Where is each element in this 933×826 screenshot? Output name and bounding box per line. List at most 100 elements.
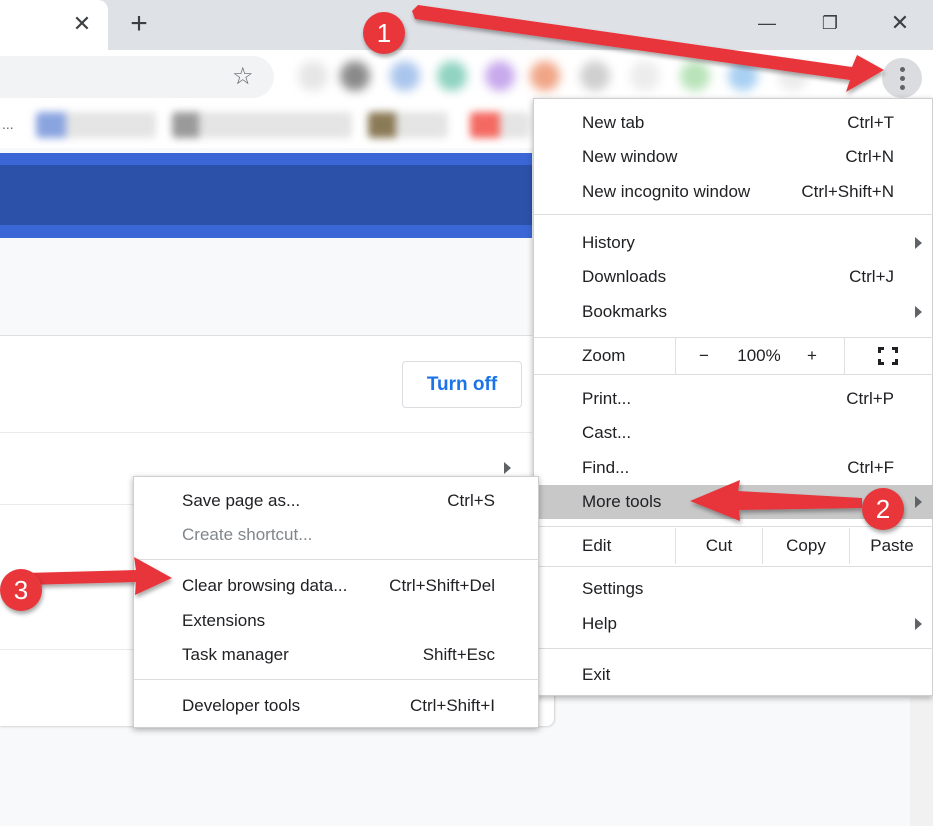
fullscreen-icon[interactable]: [878, 347, 898, 365]
menu-item-label: Help: [582, 614, 617, 633]
paste-button[interactable]: Paste: [850, 528, 933, 564]
step-3-badge: 3: [0, 569, 42, 611]
new-tab-button[interactable]: +: [124, 9, 154, 40]
zoom-label: Zoom: [582, 346, 626, 365]
cut-button[interactable]: Cut: [676, 528, 762, 564]
menu-item-history[interactable]: History: [534, 226, 933, 260]
page-section: [0, 238, 532, 336]
menu-separator: [534, 648, 933, 649]
restore-icon[interactable]: ❐: [815, 10, 845, 36]
menu-item-label: Extensions: [182, 611, 266, 630]
submenu-item-clear-browsing-data[interactable]: Clear browsing data... Ctrl+Shift+Del: [134, 569, 540, 603]
extension-icon[interactable]: [580, 61, 610, 91]
menu-item-label: Save page as...: [182, 491, 301, 510]
extension-icon[interactable]: [485, 61, 515, 91]
menu-item-label: Create shortcut...: [182, 525, 313, 544]
submenu-arrow-icon: [915, 618, 922, 630]
menu-item-shortcut: Ctrl+N: [845, 147, 894, 166]
extension-icon[interactable]: [298, 61, 328, 91]
menu-item-print[interactable]: Print... Ctrl+P: [534, 382, 933, 416]
menu-item-shortcut: Ctrl+P: [846, 389, 894, 408]
submenu-item-developer-tools[interactable]: Developer tools Ctrl+Shift+I: [134, 689, 540, 723]
menu-item-settings[interactable]: Settings: [534, 572, 933, 606]
copy-button[interactable]: Copy: [763, 528, 849, 564]
menu-item-cast[interactable]: Cast...: [534, 416, 933, 450]
submenu-arrow-icon: [915, 237, 922, 249]
menu-item-label: Find...: [582, 458, 630, 477]
step-2-badge: 2: [862, 488, 904, 530]
bookmark-item[interactable]: [368, 112, 448, 138]
menu-item-label: Task manager: [182, 645, 289, 664]
menu-item-label: New tab: [582, 113, 645, 132]
menu-item-label: Developer tools: [182, 696, 301, 715]
menu-item-new-window[interactable]: New window Ctrl+N: [534, 140, 933, 174]
menu-item-label: New window: [582, 147, 678, 166]
menu-item-shortcut: Ctrl+J: [849, 267, 894, 286]
submenu-item-save-page-as[interactable]: Save page as... Ctrl+S: [134, 484, 540, 518]
menu-item-label: Exit: [582, 665, 611, 684]
bookmark-item[interactable]: [172, 112, 352, 138]
zoom-row: Zoom − 100% +: [534, 338, 933, 374]
extension-icon[interactable]: [728, 61, 758, 91]
menu-item-help[interactable]: Help: [534, 607, 933, 641]
menu-separator: [134, 559, 540, 560]
bookmark-item[interactable]: [36, 112, 156, 138]
kebab-dot: [900, 67, 905, 72]
extension-icon[interactable]: [680, 61, 710, 91]
minimize-icon[interactable]: —: [752, 10, 782, 36]
extension-icon[interactable]: [437, 61, 467, 91]
tab-strip: ✕ + — ❐ ✕: [0, 0, 933, 50]
kebab-dot: [900, 85, 905, 90]
active-tab[interactable]: ✕: [0, 0, 108, 50]
menu-item-label: Print...: [582, 389, 632, 408]
menu-item-shortcut: Shift+Esc: [422, 645, 495, 664]
submenu-item-task-manager[interactable]: Task manager Shift+Esc: [134, 638, 540, 672]
bookmark-item[interactable]: [470, 112, 530, 138]
bookmark-star-icon[interactable]: ☆: [232, 64, 254, 90]
menu-item-label: History: [582, 233, 635, 252]
divider: [0, 432, 532, 433]
zoom-out-button[interactable]: −: [689, 338, 719, 374]
menu-separator: [534, 374, 933, 375]
menu-item-new-incognito-window[interactable]: New incognito window Ctrl+Shift+N: [534, 175, 933, 209]
submenu-arrow-icon: [915, 306, 922, 318]
extension-icon[interactable]: [530, 61, 560, 91]
menu-item-label: Bookmarks: [582, 302, 668, 321]
menu-item-exit[interactable]: Exit: [534, 658, 933, 692]
bookmarks-overflow[interactable]: ...: [2, 116, 14, 132]
menu-item-bookmarks[interactable]: Bookmarks: [534, 295, 933, 329]
chrome-main-menu: New tab Ctrl+T New window Ctrl+N New inc…: [533, 98, 933, 696]
menu-item-shortcut: Ctrl+T: [847, 113, 894, 132]
submenu-item-extensions[interactable]: Extensions: [134, 604, 540, 638]
close-tab-icon[interactable]: ✕: [70, 11, 94, 37]
extension-icon[interactable]: [630, 61, 660, 91]
menu-separator: [534, 566, 933, 567]
extension-icon[interactable]: [778, 61, 808, 91]
menu-item-downloads[interactable]: Downloads Ctrl+J: [534, 260, 933, 294]
zoom-in-button[interactable]: +: [799, 338, 825, 374]
menu-separator: [534, 214, 933, 215]
menu-item-label: More tools: [582, 492, 662, 511]
toolbar: ☆: [0, 50, 933, 102]
menu-item-new-tab[interactable]: New tab Ctrl+T: [534, 106, 933, 140]
window-close-icon[interactable]: ✕: [885, 10, 915, 36]
scrollbar-track[interactable]: [910, 697, 933, 826]
menu-item-label: New incognito window: [582, 182, 751, 201]
address-bar[interactable]: ☆: [0, 56, 274, 98]
chrome-menu-button[interactable]: [882, 58, 922, 98]
edit-row: Edit Cut Copy Paste: [534, 528, 933, 564]
submenu-item-create-shortcut: Create shortcut...: [134, 518, 540, 552]
menu-item-label: Clear browsing data...: [182, 576, 348, 595]
menu-item-shortcut: Ctrl+Shift+Del: [389, 576, 495, 595]
menu-item-shortcut: Ctrl+Shift+I: [409, 696, 495, 715]
divider: [844, 338, 845, 374]
menu-item-shortcut: Ctrl+Shift+N: [801, 182, 894, 201]
extension-icon[interactable]: [340, 61, 370, 91]
menu-item-label: Cast...: [582, 423, 632, 442]
divider: [675, 338, 676, 374]
extension-icon[interactable]: [390, 61, 420, 91]
menu-item-find[interactable]: Find... Ctrl+F: [534, 451, 933, 485]
chevron-right-icon[interactable]: [504, 462, 511, 474]
menu-item-shortcut: Ctrl+S: [447, 491, 495, 510]
turn-off-button[interactable]: Turn off: [402, 361, 522, 408]
